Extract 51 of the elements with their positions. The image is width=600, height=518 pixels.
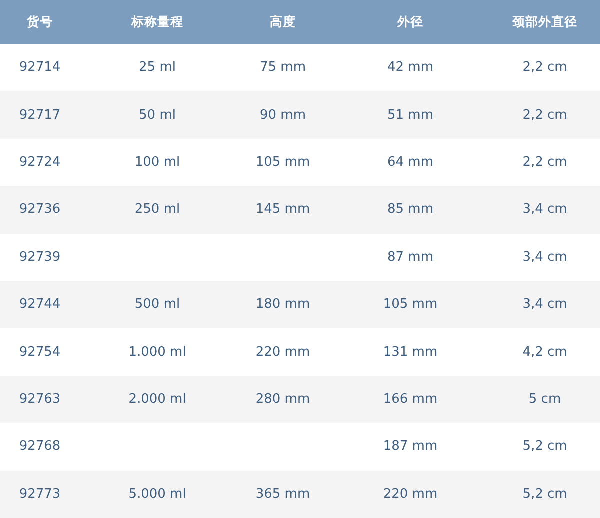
- column-header: 外径: [331, 0, 490, 44]
- table-cell: 92717: [19, 108, 61, 123]
- table-cell: 75 mm: [260, 60, 306, 76]
- table-cell: 42 mm: [387, 60, 434, 76]
- table-cell: 2,2 cm: [522, 108, 568, 123]
- column-header: 货号: [0, 0, 80, 44]
- table-cell: 92736: [19, 202, 61, 218]
- table-cell: 85 mm: [387, 202, 434, 218]
- table-cell: 92739: [19, 250, 61, 265]
- table-cell: 180 mm: [256, 297, 310, 312]
- table-cell: 105 mm: [256, 154, 310, 170]
- table-cell: 92763: [19, 392, 61, 407]
- table-cell: 5.000 ml: [128, 486, 186, 502]
- table-cell: 220 mm: [383, 486, 438, 502]
- table-cell: 145 mm: [256, 202, 310, 218]
- table-cell: 500 ml: [134, 297, 180, 312]
- table-cell: 250 ml: [134, 202, 180, 218]
- table-cell: 2,2 cm: [522, 154, 568, 170]
- table-cell: 1.000 ml: [128, 344, 186, 360]
- table-cell: 105 mm: [383, 297, 438, 312]
- column-header: 标称量程: [80, 0, 235, 44]
- table-cell: 92768: [19, 439, 61, 454]
- table-cell: 131 mm: [383, 344, 438, 360]
- table-cell: 5,2 cm: [522, 439, 568, 454]
- table-cell: 64 mm: [387, 154, 434, 170]
- table-cell: 3,4 cm: [522, 250, 568, 265]
- table-cell: 5 cm: [528, 392, 562, 407]
- table-cell: 280 mm: [256, 392, 310, 407]
- table-cell: 92773: [19, 486, 61, 502]
- table-cell: 3,4 cm: [522, 202, 568, 218]
- table-cell: 90 mm: [260, 108, 306, 123]
- table-cell: 4,2 cm: [522, 344, 568, 360]
- column-header: 高度: [235, 0, 331, 44]
- table-cell: 51 mm: [387, 108, 434, 123]
- table-cell: 2.000 ml: [128, 392, 186, 407]
- table-cell: 87 mm: [387, 250, 434, 265]
- table-cell: 2,2 cm: [522, 60, 568, 76]
- table-cell: 92744: [19, 297, 61, 312]
- table-cell: 92724: [19, 154, 61, 170]
- table-cell: 5,2 cm: [522, 486, 568, 502]
- table-cell: 3,4 cm: [522, 297, 568, 312]
- table-cell: 92714: [19, 60, 61, 76]
- table-cell: 25 ml: [139, 60, 176, 76]
- table-cell: 187 mm: [383, 439, 438, 454]
- table-cell: 92754: [19, 344, 61, 360]
- table-cell: 220 mm: [256, 344, 310, 360]
- table-cell: 50 ml: [139, 108, 176, 123]
- table-cell: 166 mm: [383, 392, 438, 407]
- table-cell: 365 mm: [256, 486, 310, 502]
- table-cell: 100 ml: [134, 154, 180, 170]
- column-header: 颈部外直径: [490, 0, 600, 44]
